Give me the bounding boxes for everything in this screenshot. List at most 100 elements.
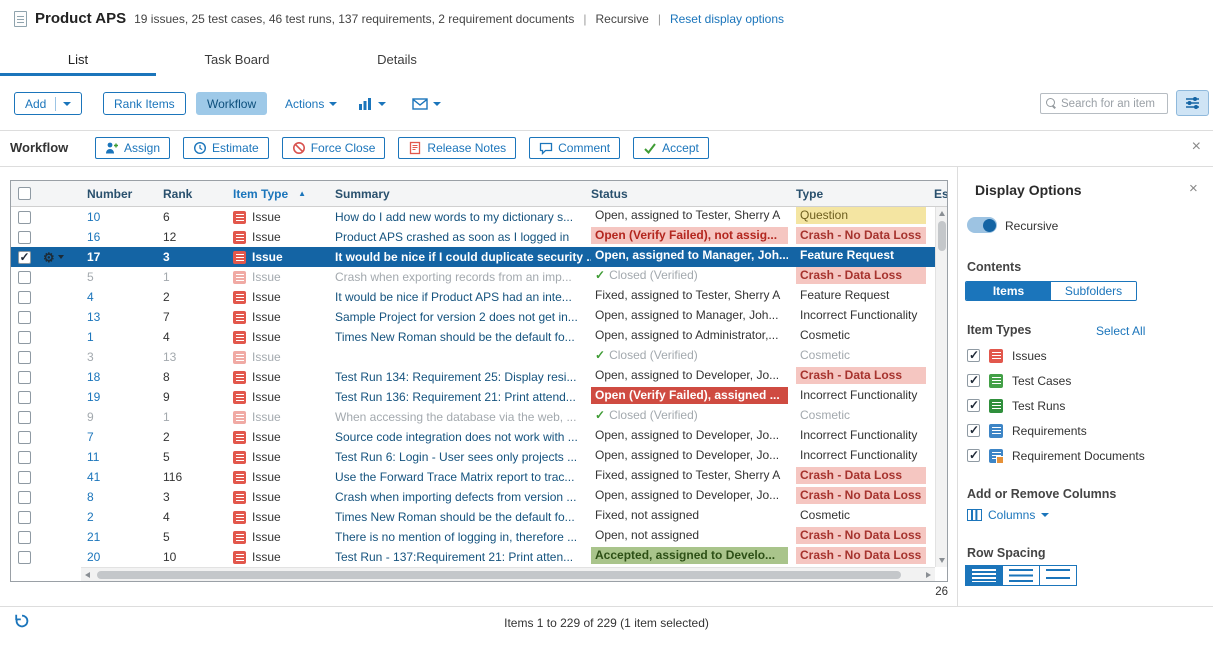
item-type-filter[interactable]: Test Runs [967, 393, 1187, 418]
row-number[interactable]: 11 [85, 450, 163, 464]
table-row[interactable]: ⚙ 2 4 Issue Times New Roman should be th… [11, 507, 935, 527]
row-checkbox[interactable] [18, 451, 31, 464]
row-number[interactable]: 21 [85, 530, 163, 544]
estimate-button[interactable]: Estimate [183, 137, 269, 159]
row-checkbox[interactable] [18, 231, 31, 244]
horizontal-scroll-thumb[interactable] [97, 571, 901, 579]
vertical-scrollbar[interactable] [935, 207, 947, 567]
row-checkbox[interactable] [18, 351, 31, 364]
vertical-scroll-thumb[interactable] [938, 221, 946, 251]
item-type-checkbox[interactable] [967, 374, 980, 387]
columns-dropdown[interactable]: Columns [967, 508, 1049, 522]
scroll-down-arrow[interactable] [939, 558, 945, 563]
row-number[interactable]: 3 [85, 350, 163, 364]
table-row[interactable]: ⚙ 21 5 Issue There is no mention of logg… [11, 527, 935, 547]
table-row[interactable]: ⚙ 5 1 Issue Crash when exporting records… [11, 267, 935, 287]
item-type-checkbox[interactable] [967, 449, 980, 462]
row-checkbox[interactable] [18, 271, 31, 284]
contents-items-tab[interactable]: Items [966, 282, 1051, 300]
rank-items-button[interactable]: Rank Items [103, 92, 186, 115]
row-spacing-compact-button[interactable] [965, 565, 1003, 586]
row-number[interactable]: 5 [85, 270, 163, 284]
scroll-left-arrow[interactable] [85, 572, 90, 578]
row-checkbox[interactable] [18, 331, 31, 344]
row-number[interactable]: 20 [85, 550, 163, 564]
reset-display-options-link[interactable]: Reset display options [670, 12, 784, 26]
row-summary[interactable]: There is no mention of logging in, there… [335, 530, 591, 544]
row-summary[interactable]: It would be nice if I could duplicate se… [335, 250, 591, 264]
row-spacing-relaxed-button[interactable] [1039, 565, 1077, 586]
row-checkbox[interactable] [18, 211, 31, 224]
column-header-rank[interactable]: Rank [163, 187, 233, 201]
column-header-summary[interactable]: Summary [335, 187, 591, 201]
row-summary[interactable]: Sample Project for version 2 does not ge… [335, 310, 591, 324]
item-type-filter[interactable]: Test Cases [967, 368, 1187, 393]
column-header-type[interactable]: Type [796, 187, 934, 201]
row-checkbox[interactable] [18, 411, 31, 424]
row-number[interactable]: 8 [85, 490, 163, 504]
table-row[interactable]: ⚙ 4 2 Issue It would be nice if Product … [11, 287, 935, 307]
row-summary[interactable]: Source code integration does not work wi… [335, 430, 591, 444]
table-row[interactable]: ⚙ 7 2 Issue Source code integration does… [11, 427, 935, 447]
row-summary[interactable]: It would be nice if Product APS had an i… [335, 290, 591, 304]
table-row[interactable]: ⚙ 8 3 Issue Crash when importing defects… [11, 487, 935, 507]
assign-button[interactable]: Assign [95, 137, 170, 159]
email-dropdown[interactable] [412, 92, 441, 115]
row-summary[interactable]: Test Run 134: Requirement 25: Display re… [335, 370, 591, 384]
scroll-up-arrow[interactable] [939, 211, 945, 216]
actions-dropdown[interactable]: Actions [285, 92, 337, 115]
table-row[interactable]: ⚙ 10 6 Issue How do I add new words to m… [11, 207, 935, 227]
table-row[interactable]: ⚙ 9 1 Issue When accessing the database … [11, 407, 935, 427]
item-type-checkbox[interactable] [967, 399, 980, 412]
table-row[interactable]: ⚙ 11 5 Issue Test Run 6: Login - User se… [11, 447, 935, 467]
table-row[interactable]: ⚙ 13 7 Issue Sample Project for version … [11, 307, 935, 327]
row-number[interactable]: 41 [85, 470, 163, 484]
close-icon[interactable]: × [1189, 180, 1198, 197]
close-icon[interactable]: × [1192, 137, 1201, 157]
row-number[interactable]: 10 [85, 210, 163, 224]
table-row[interactable]: ⚙ 1 4 Issue Times New Roman should be th… [11, 327, 935, 347]
row-summary[interactable]: Times New Roman should be the default fo… [335, 510, 591, 524]
column-header-estimate[interactable]: Es [934, 187, 947, 201]
release-notes-button[interactable]: Release Notes [398, 137, 516, 159]
table-row[interactable]: ⚙ 3 13 Issue ✓Closed (Verified) Cosmetic [11, 347, 935, 367]
row-number[interactable]: 1 [85, 330, 163, 344]
contents-subfolders-tab[interactable]: Subfolders [1051, 282, 1136, 300]
select-all-link[interactable]: Select All [1096, 324, 1145, 338]
table-row[interactable]: ⚙ 16 12 Issue Product APS crashed as soo… [11, 227, 935, 247]
row-number[interactable]: 18 [85, 370, 163, 384]
table-row[interactable]: ⚙ 20 10 Issue Test Run - 137:Requirement… [11, 547, 935, 567]
row-checkbox[interactable] [18, 291, 31, 304]
workflow-button[interactable]: Workflow [196, 92, 267, 115]
row-summary[interactable]: Test Run 136: Requirement 21: Print atte… [335, 390, 591, 404]
row-summary[interactable]: Crash when importing defects from versio… [335, 490, 591, 504]
recursive-toggle[interactable] [967, 217, 997, 233]
table-row[interactable]: ⚙ 18 8 Issue Test Run 134: Requirement 2… [11, 367, 935, 387]
row-summary[interactable]: Test Run 6: Login - User sees only proje… [335, 450, 591, 464]
row-summary[interactable]: Test Run - 137:Requirement 21: Print att… [335, 550, 591, 564]
select-all-checkbox[interactable] [18, 187, 31, 200]
row-summary[interactable]: Times New Roman should be the default fo… [335, 330, 591, 344]
row-number[interactable]: 19 [85, 390, 163, 404]
item-type-filter[interactable]: Issues [967, 343, 1187, 368]
search-box[interactable] [1040, 93, 1168, 114]
row-checkbox[interactable] [18, 531, 31, 544]
row-summary[interactable]: Crash when exporting records from an imp… [335, 270, 591, 284]
row-checkbox[interactable] [18, 511, 31, 524]
item-type-checkbox[interactable] [967, 424, 980, 437]
row-number[interactable]: 17 [85, 250, 163, 264]
row-number[interactable]: 13 [85, 310, 163, 324]
horizontal-scrollbar[interactable] [81, 567, 935, 581]
row-checkbox[interactable] [18, 551, 31, 564]
row-summary[interactable]: When accessing the database via the web,… [335, 410, 591, 424]
search-input[interactable] [1061, 98, 1162, 110]
row-spacing-medium-button[interactable] [1002, 565, 1040, 586]
row-gear-menu[interactable]: ⚙ [43, 251, 64, 264]
scroll-right-arrow[interactable] [926, 572, 931, 578]
display-options-button[interactable] [1176, 90, 1209, 116]
accept-button[interactable]: Accept [633, 137, 709, 159]
row-checkbox[interactable] [18, 251, 31, 264]
tab-list[interactable]: List [0, 46, 156, 76]
column-header-item-type[interactable]: Item Type ▲ [233, 187, 335, 201]
row-checkbox[interactable] [18, 491, 31, 504]
